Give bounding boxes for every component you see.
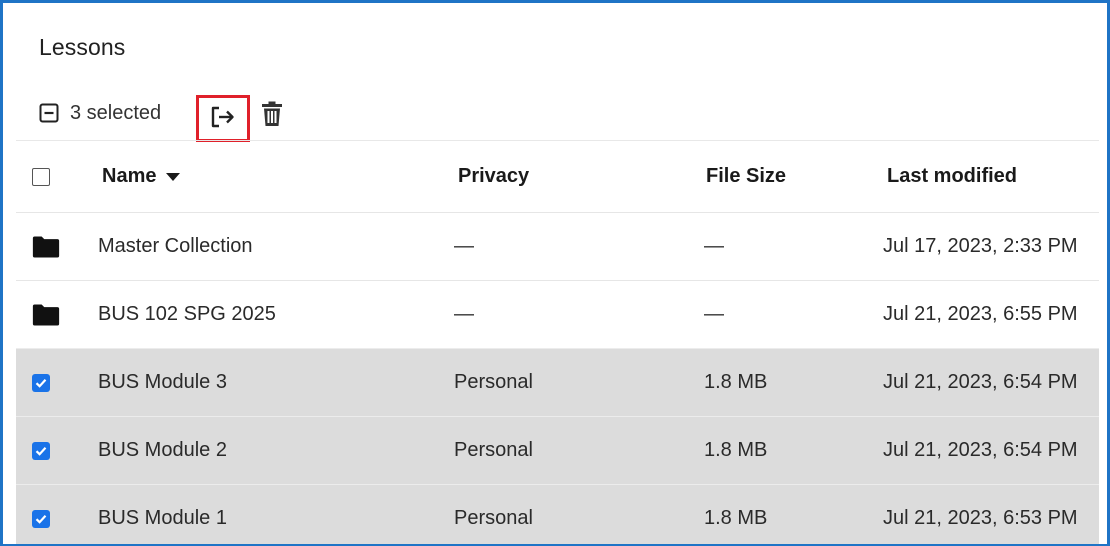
checkmark-icon xyxy=(32,441,50,460)
column-header-name[interactable]: Name xyxy=(102,141,181,212)
row-file-size: — xyxy=(704,235,724,257)
row-file-size: 1.8 MB xyxy=(704,439,768,461)
row-checkbox[interactable] xyxy=(32,349,60,416)
table-row[interactable]: BUS 102 SPG 2025 — — Jul 21, 2023, 6:55 … xyxy=(16,280,1099,348)
folder-icon xyxy=(32,281,60,348)
row-last-modified: Jul 21, 2023, 6:55 PM xyxy=(883,303,1078,325)
row-last-modified: Jul 21, 2023, 6:54 PM xyxy=(883,439,1078,461)
page-title: Lessons xyxy=(39,34,126,60)
lessons-table: Name Privacy File Size Last modified Mas… xyxy=(16,140,1099,544)
row-privacy: — xyxy=(454,235,474,257)
row-name[interactable]: BUS Module 3 xyxy=(98,349,227,416)
table-row[interactable]: BUS Module 2 Personal 1.8 MB Jul 21, 202… xyxy=(16,416,1099,484)
row-checkbox[interactable] xyxy=(32,485,60,544)
row-name[interactable]: Master Collection xyxy=(98,213,253,280)
sort-descending-icon xyxy=(166,172,181,181)
row-privacy: — xyxy=(454,303,474,325)
column-header-file-size[interactable]: File Size xyxy=(706,141,786,212)
minus-square-icon[interactable] xyxy=(39,103,59,123)
move-button[interactable] xyxy=(196,95,250,142)
row-privacy: Personal xyxy=(454,507,533,529)
column-header-last-modified[interactable]: Last modified xyxy=(887,141,1017,212)
row-last-modified: Jul 21, 2023, 6:53 PM xyxy=(883,507,1078,529)
table-row[interactable]: BUS Module 1 Personal 1.8 MB Jul 21, 202… xyxy=(16,484,1099,544)
table-row[interactable]: Master Collection — — Jul 17, 2023, 2:33… xyxy=(16,212,1099,280)
row-last-modified: Jul 17, 2023, 2:33 PM xyxy=(883,235,1078,257)
checkmark-icon xyxy=(32,509,50,528)
delete-button[interactable] xyxy=(259,100,285,130)
lessons-panel: Lessons 3 selected Name Privacy File Siz… xyxy=(0,0,1110,546)
select-all-checkbox[interactable] xyxy=(32,141,60,212)
row-checkbox[interactable] xyxy=(32,417,60,484)
column-header-privacy[interactable]: Privacy xyxy=(458,141,529,212)
row-file-size: 1.8 MB xyxy=(704,371,768,393)
table-header-row: Name Privacy File Size Last modified xyxy=(16,140,1099,212)
folder-icon xyxy=(32,213,60,280)
row-privacy: Personal xyxy=(454,439,533,461)
move-out-icon xyxy=(210,106,236,131)
row-file-size: — xyxy=(704,303,724,325)
row-last-modified: Jul 21, 2023, 6:54 PM xyxy=(883,371,1078,393)
row-file-size: 1.8 MB xyxy=(704,507,768,529)
row-name[interactable]: BUS Module 2 xyxy=(98,417,227,484)
selection-toolbar: 3 selected xyxy=(39,95,439,142)
trash-icon xyxy=(261,101,283,130)
row-name[interactable]: BUS Module 1 xyxy=(98,485,227,544)
checkmark-icon xyxy=(32,373,50,392)
selection-count: 3 selected xyxy=(70,102,162,124)
table-row[interactable]: BUS Module 3 Personal 1.8 MB Jul 21, 202… xyxy=(16,348,1099,416)
row-name[interactable]: BUS 102 SPG 2025 xyxy=(98,281,276,348)
row-privacy: Personal xyxy=(454,371,533,393)
